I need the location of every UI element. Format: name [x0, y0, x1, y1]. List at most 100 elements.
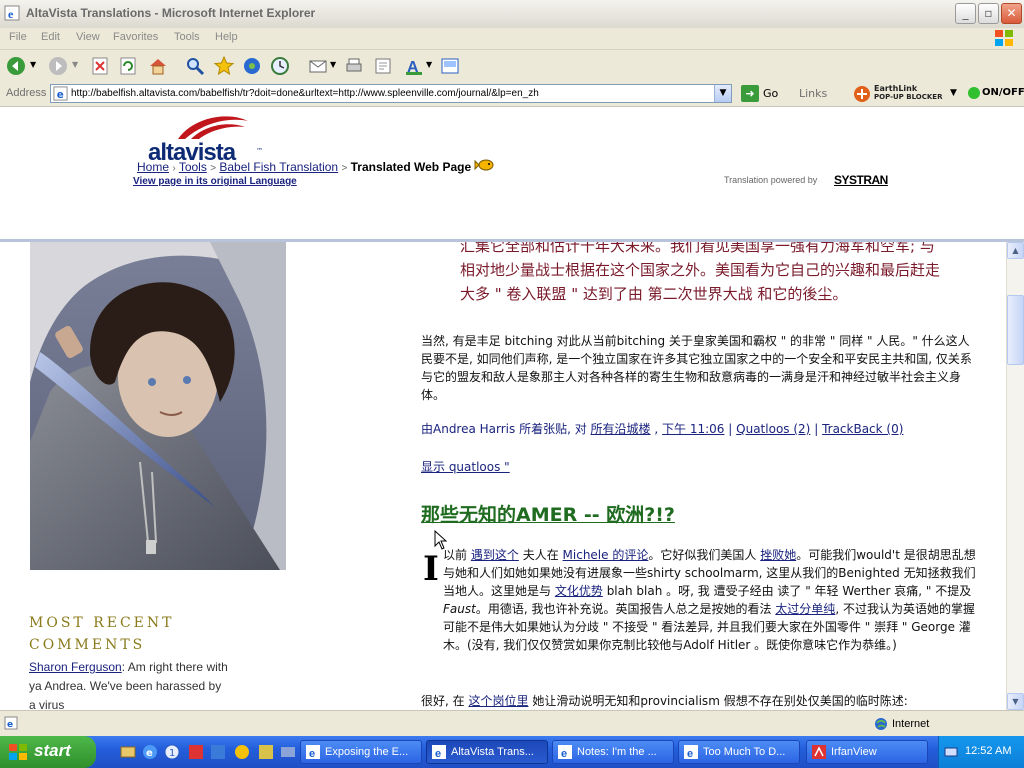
task-button[interactable]: e Too Much To D... — [678, 740, 800, 764]
go-arrow-icon[interactable]: ➜ — [741, 85, 759, 102]
footer-separator: | — [814, 422, 819, 436]
taskbar: start e 1 e Exposing the E... e AltaVist… — [0, 736, 1024, 768]
task-label: Too Much To D... — [703, 746, 786, 758]
media-player-icon[interactable]: 1 — [164, 744, 180, 760]
menu-file[interactable]: File — [9, 31, 27, 43]
start-button[interactable]: start — [0, 736, 96, 768]
ie-task-icon: e — [684, 745, 698, 760]
task-button[interactable]: e Exposing the E... — [300, 740, 422, 764]
ie-icon: e — [4, 5, 20, 21]
ie-task-icon: e — [306, 745, 320, 760]
menu-favorites[interactable]: Favorites — [113, 31, 158, 43]
media-icon[interactable] — [242, 56, 262, 76]
favorites-icon[interactable] — [214, 56, 234, 76]
highlight-icon[interactable]: A — [404, 56, 424, 76]
task-button-active[interactable]: e AltaVista Trans... — [426, 740, 548, 764]
scroll-down-icon[interactable]: ▼ — [1007, 693, 1024, 710]
task-button[interactable]: e Notes: I'm the ... — [552, 740, 674, 764]
svg-text:e: e — [57, 89, 64, 101]
messenger-icon[interactable] — [440, 56, 460, 76]
print-icon[interactable] — [344, 56, 364, 76]
scroll-up-icon[interactable]: ▲ — [1007, 242, 1024, 259]
show-desktop-icon[interactable] — [120, 744, 136, 760]
links-button[interactable]: Links — [799, 87, 827, 100]
mail-icon[interactable] — [308, 56, 328, 76]
michele-comments-link[interactable]: Michele 的评论 — [563, 548, 649, 562]
maximize-button[interactable]: ▫ — [978, 3, 999, 24]
scroll-thumb[interactable] — [1007, 295, 1024, 365]
app-quicklaunch-icon[interactable] — [280, 744, 296, 760]
mail-dropdown-icon[interactable]: ▼ — [330, 60, 336, 69]
comment-author-link[interactable]: Sharon Ferguson — [29, 660, 122, 674]
menu-bar: File Edit View Favorites Tools Help — [0, 28, 1024, 50]
recent-comment: Sharon Ferguson: Am right there with ya … — [29, 658, 229, 710]
systran-link[interactable]: SYSTRAN — [834, 173, 888, 187]
too-simplistic-link[interactable]: 太过分单纯 — [775, 602, 835, 616]
text-run: 夫人在 — [522, 548, 559, 562]
forward-icon[interactable] — [48, 56, 68, 76]
forward-dropdown-icon[interactable]: ▼ — [72, 60, 78, 69]
minimize-button[interactable]: _ — [955, 3, 976, 24]
clock[interactable]: 12:52 AM — [965, 745, 1011, 757]
close-button[interactable]: ✕ — [1001, 3, 1022, 24]
breadcrumb: Home › Tools > Babel Fish Translation > … — [137, 158, 494, 174]
go-button[interactable]: Go — [763, 87, 778, 100]
text-run: 她让滑动说明无知和provincialism 假想不存在别处仅美国的临时陈述: — [532, 694, 908, 708]
home-icon[interactable] — [148, 56, 168, 76]
back-dropdown-icon[interactable]: ▼ — [30, 60, 36, 69]
permalink-time-link[interactable]: 下午 11:06 — [662, 422, 724, 436]
back-icon[interactable] — [6, 56, 26, 76]
app-quicklaunch-icon[interactable] — [258, 744, 274, 760]
highlight-dropdown-icon[interactable]: ▼ — [426, 60, 432, 69]
ie-task-icon: e — [432, 745, 446, 760]
menu-view[interactable]: View — [76, 31, 100, 43]
vertical-scrollbar[interactable]: ▲ ▼ — [1006, 242, 1024, 710]
network-tray-icon[interactable] — [943, 744, 959, 760]
stop-icon[interactable] — [90, 56, 110, 76]
address-bar: Address e http://babelfish.altavista.com… — [0, 82, 1024, 107]
windows-flag-icon — [9, 744, 27, 760]
search-icon[interactable] — [185, 56, 205, 76]
mouse-cursor-icon — [434, 530, 448, 550]
this-post-link[interactable]: 这个岗位里 — [468, 694, 528, 708]
address-input[interactable]: e http://babelfish.altavista.com/babelfi… — [50, 84, 732, 103]
task-label: AltaVista Trans... — [451, 746, 534, 758]
menu-edit[interactable]: Edit — [41, 31, 60, 43]
address-url[interactable]: http://babelfish.altavista.com/babelfish… — [71, 88, 539, 99]
text-run: 以前 — [443, 548, 468, 562]
history-icon[interactable] — [270, 56, 290, 76]
address-dropdown-icon[interactable]: ▼ — [714, 85, 731, 102]
task-button[interactable]: IrfanView — [806, 740, 928, 764]
refresh-icon[interactable] — [118, 56, 138, 76]
quatloos-link[interactable]: Quatloos (2) — [736, 422, 810, 436]
text-run: 。用德语, 我也许补充说。英国报告人总之是按她的看法 — [475, 602, 772, 616]
category-link[interactable]: 所有沿城楼 — [591, 422, 651, 436]
post-paragraph: 当然, 有是丰足 bitching 对此从当前bitching 关于皇家美国和霸… — [421, 334, 972, 402]
post-paragraph: 以前 遇到这个 夫人在 Michele 的评论。它好似我们美国人 挫败她。可能我… — [443, 546, 980, 654]
cultural-superiority-link[interactable]: 文化优势 — [555, 584, 603, 598]
edit-icon[interactable] — [373, 56, 393, 76]
earthlink-dropdown-icon[interactable]: ▼ — [950, 88, 957, 98]
post-title[interactable]: 那些无知的AMER -- 欧洲?!? — [421, 500, 675, 527]
show-quatloos-link[interactable]: 显示 quatloos " — [421, 458, 510, 475]
text-run: 。它好似我们美国人 — [648, 548, 757, 562]
menu-tools[interactable]: Tools — [174, 31, 200, 43]
menu-help[interactable]: Help — [215, 31, 238, 43]
breadcrumb-babel-fish[interactable]: Babel Fish Translation — [219, 160, 338, 174]
ie-quicklaunch-icon[interactable]: e — [142, 744, 158, 760]
earthlink-popup-blocker[interactable]: EarthLink POP-UP BLOCKER — [852, 84, 952, 104]
app-quicklaunch-icon[interactable] — [234, 744, 250, 760]
app-quicklaunch-icon[interactable] — [188, 744, 204, 760]
heading-line: COMMENTS — [29, 637, 146, 653]
trackback-link[interactable]: TrackBack (0) — [822, 422, 903, 436]
most-recent-comments-heading: MOST RECENT COMMENTS — [29, 612, 174, 656]
breadcrumb-tools[interactable]: Tools — [179, 160, 207, 174]
onoff-toggle[interactable]: ON/OFF — [982, 87, 1024, 98]
view-original-link[interactable]: View page in its original Language — [133, 176, 297, 187]
app-quicklaunch-icon[interactable] — [210, 744, 226, 760]
encountered-link[interactable]: 遇到这个 — [471, 548, 519, 562]
frustrate-her-link[interactable]: 挫败她 — [760, 548, 796, 562]
altavista-logo[interactable]: altavista ™ — [148, 113, 268, 166]
breadcrumb-home[interactable]: Home — [137, 160, 169, 174]
windows-logo-icon — [995, 30, 1013, 46]
